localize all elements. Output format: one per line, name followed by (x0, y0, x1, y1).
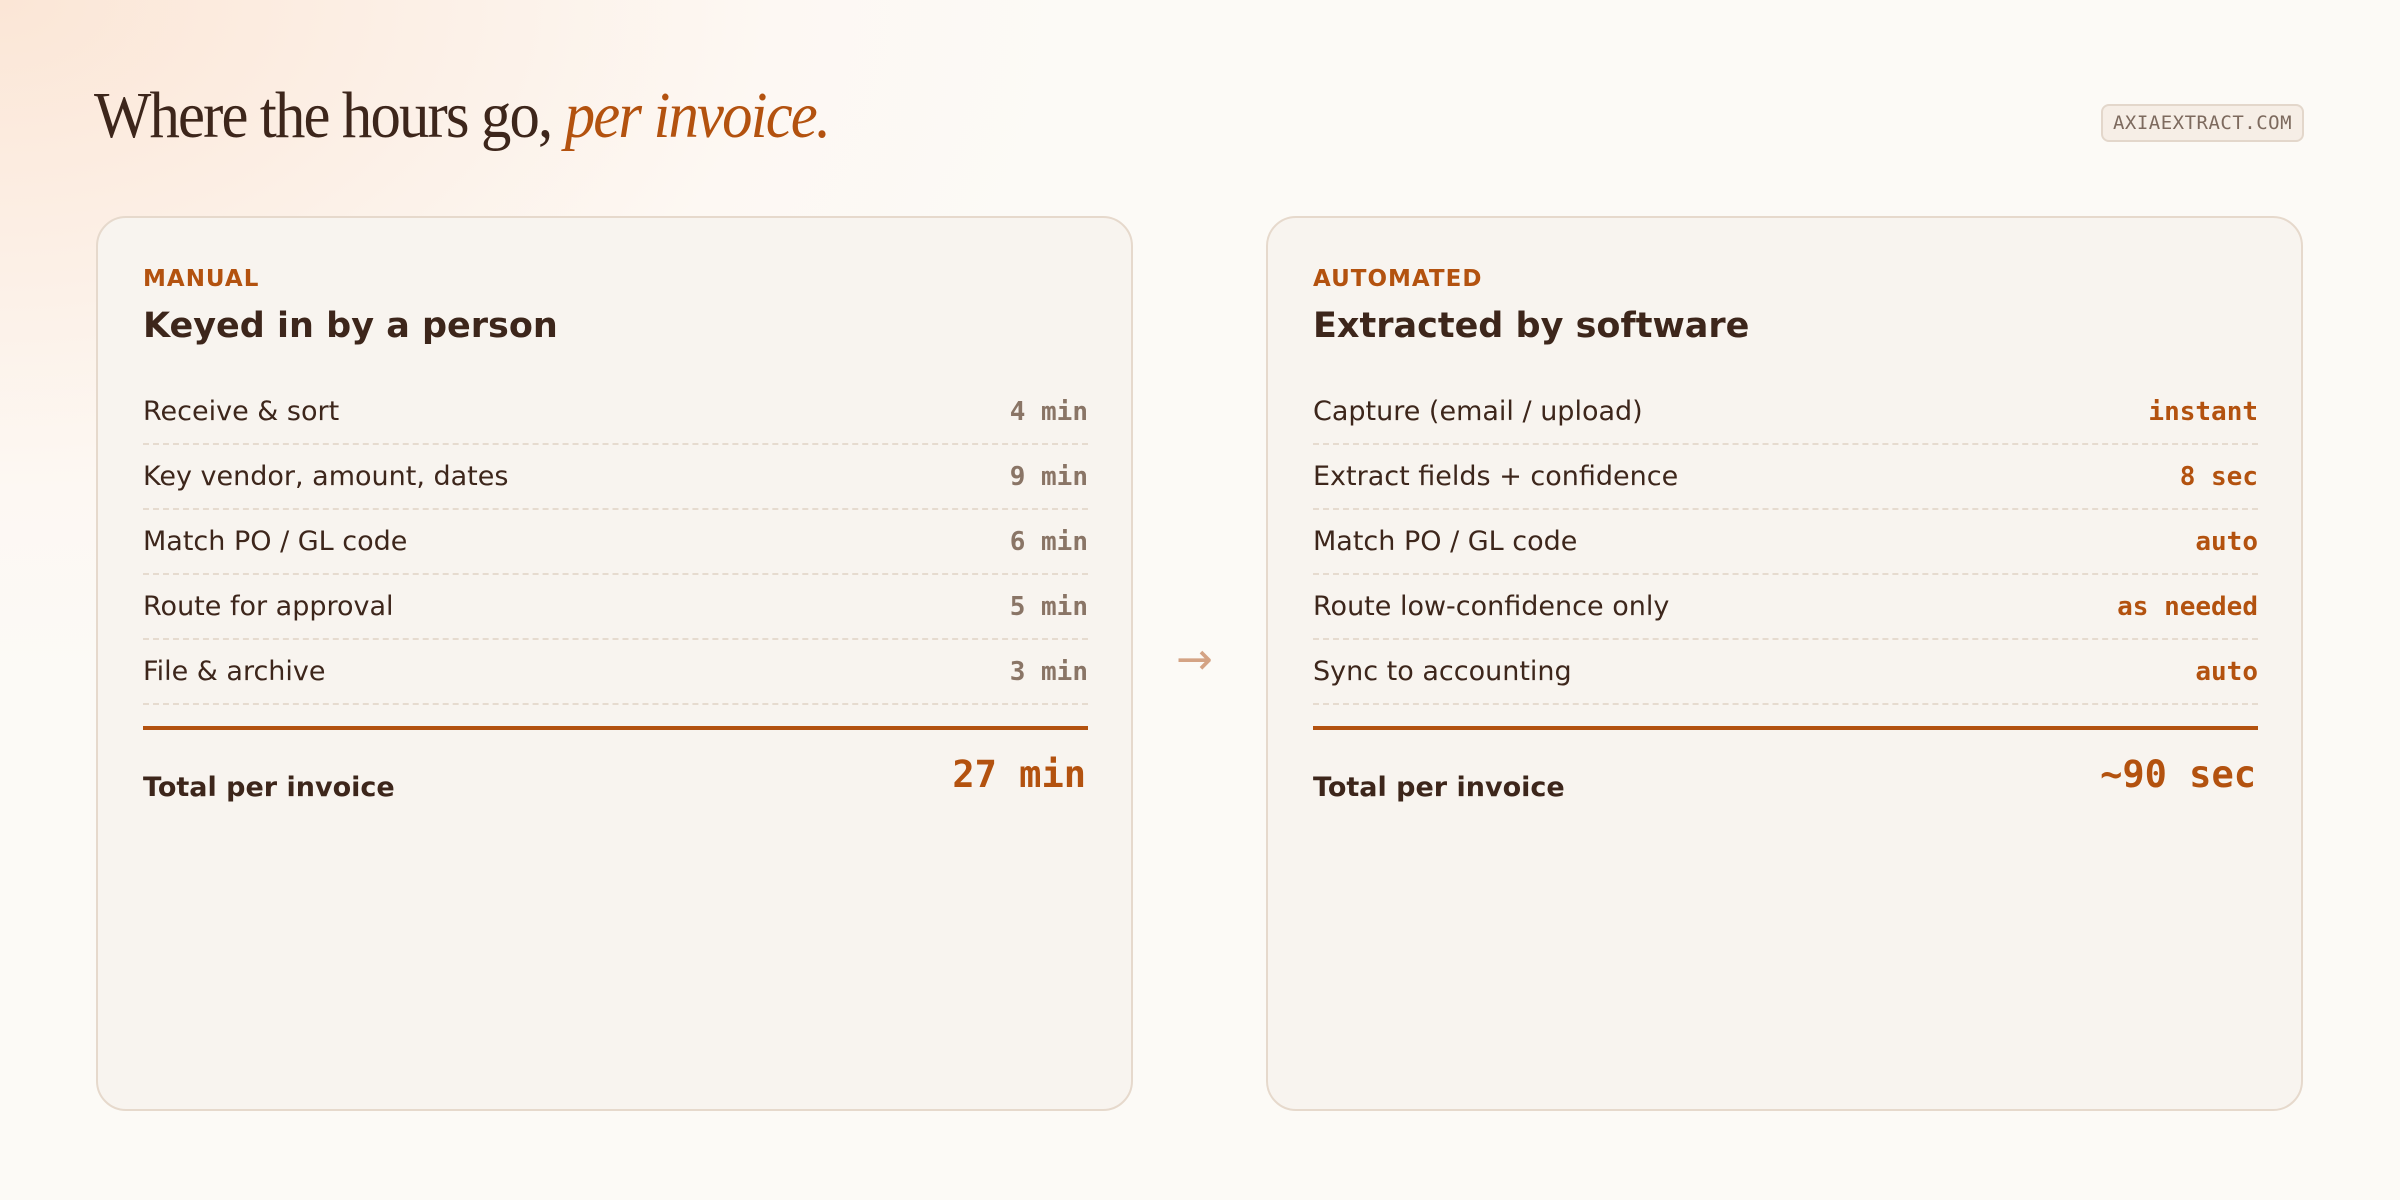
step-row: Key vendor, amount, dates 9 min (143, 445, 1088, 510)
step-time: 6 min (1009, 526, 1088, 557)
total-divider (143, 726, 1088, 730)
manual-total-label: Total per invoice (143, 772, 395, 803)
title-main: Where the hours go, (94, 79, 553, 152)
step-row: Extract fields + confidence 8 sec (1313, 445, 2258, 510)
step-time: 3 min (1009, 656, 1088, 687)
step-time: as needed (2117, 591, 2258, 622)
step-row: Receive & sort 4 min (143, 380, 1088, 445)
step-time: instant (2148, 396, 2258, 427)
automated-title: Extracted by software (1313, 306, 1750, 346)
total-divider (1313, 726, 2258, 730)
automated-total-label: Total per invoice (1313, 772, 1565, 803)
manual-card: MANUAL Keyed in by a person Receive & so… (96, 216, 1133, 1111)
automated-eyebrow: AUTOMATED (1313, 266, 1483, 292)
step-label: Extract fields + confidence (1313, 461, 1679, 492)
step-label: Key vendor, amount, dates (143, 461, 509, 492)
title-emphasis: per invoice. (564, 79, 831, 152)
manual-eyebrow: MANUAL (143, 266, 260, 292)
step-row: Capture (email / upload) instant (1313, 380, 2258, 445)
step-time: auto (2195, 526, 2258, 557)
manual-title: Keyed in by a person (143, 306, 558, 346)
manual-steps-list: Receive & sort 4 min Key vendor, amount,… (143, 380, 1088, 705)
step-row: Route for approval 5 min (143, 575, 1088, 640)
step-label: Match PO / GL code (1313, 526, 1578, 557)
step-label: File & archive (143, 656, 326, 687)
domain-badge[interactable]: AXIAEXTRACT.COM (2101, 104, 2304, 142)
page-title: Where the hours go, per invoice. (94, 78, 831, 154)
step-label: Route for approval (143, 591, 394, 622)
automated-steps-list: Capture (email / upload) instant Extract… (1313, 380, 2258, 705)
step-row: Match PO / GL code auto (1313, 510, 2258, 575)
step-row: File & archive 3 min (143, 640, 1088, 705)
step-label: Receive & sort (143, 396, 340, 427)
automated-total-value: ~90 sec (2100, 753, 2256, 796)
step-time: 5 min (1009, 591, 1088, 622)
step-row: Route low-confidence only as needed (1313, 575, 2258, 640)
automated-card: AUTOMATED Extracted by software Capture … (1266, 216, 2303, 1111)
step-row: Sync to accounting auto (1313, 640, 2258, 705)
manual-total-value: 27 min (952, 753, 1086, 796)
step-time: auto (2195, 656, 2258, 687)
step-time: 8 sec (2179, 461, 2258, 492)
step-label: Route low-confidence only (1313, 591, 1670, 622)
step-label: Match PO / GL code (143, 526, 408, 557)
step-label: Sync to accounting (1313, 656, 1572, 687)
step-time: 9 min (1009, 461, 1088, 492)
step-row: Match PO / GL code 6 min (143, 510, 1088, 575)
step-time: 4 min (1009, 396, 1088, 427)
step-label: Capture (email / upload) (1313, 396, 1643, 427)
arrow-right-icon: → (1176, 634, 1213, 685)
